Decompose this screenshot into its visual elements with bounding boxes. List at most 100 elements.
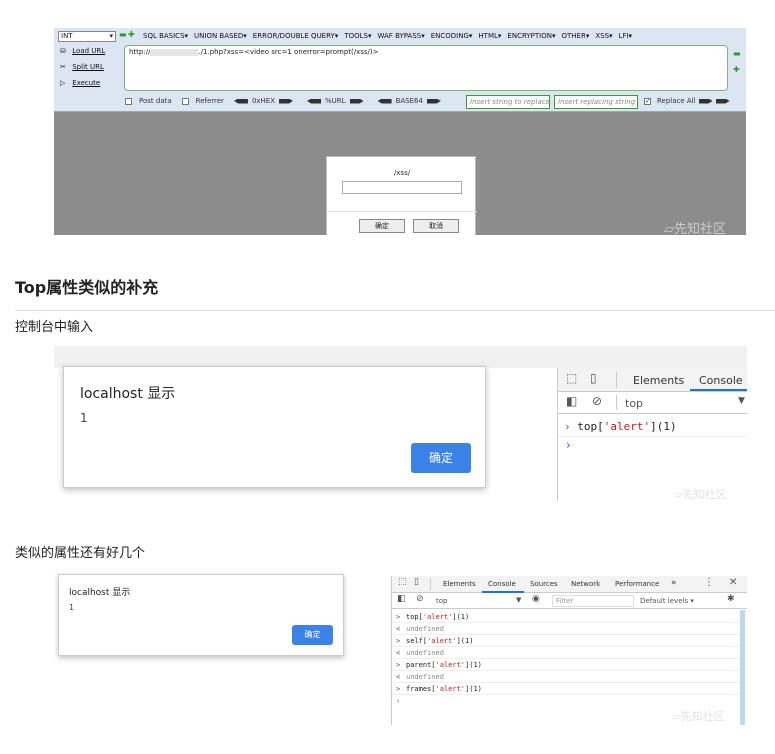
heading-divider xyxy=(15,310,775,311)
plus-icon[interactable]: ✚ xyxy=(128,30,135,39)
menu-error-query[interactable]: ERROR/DOUBLE QUERY▾ xyxy=(253,32,339,40)
tab-console[interactable]: Console xyxy=(699,374,743,387)
close-icon[interactable]: ✕ xyxy=(729,577,737,588)
watermark-text: 先知社区 xyxy=(680,710,725,723)
alert-ok-button[interactable]: 确定 xyxy=(411,443,471,473)
watermark-text: 先知社区 xyxy=(682,488,727,501)
alert-title: localhost 显示 xyxy=(80,386,176,402)
menu-encoding[interactable]: ENCODING▾ xyxy=(431,32,473,40)
context-select[interactable]: top xyxy=(625,397,643,410)
prompt-chevron-icon: > xyxy=(396,637,401,645)
inspect-icon[interactable]: ⬚ xyxy=(566,371,577,385)
device-icon[interactable]: ▯ xyxy=(414,577,419,587)
post-data-checkbox[interactable] xyxy=(125,97,132,105)
tab-performance[interactable]: Performance xyxy=(615,580,659,588)
separator xyxy=(616,372,617,388)
arrow-left-icon[interactable] xyxy=(307,98,322,104)
plus-icon[interactable]: ✚ xyxy=(733,65,740,74)
arrow-left-icon[interactable] xyxy=(377,98,392,104)
gear-icon[interactable]: ✱ xyxy=(727,594,735,604)
tab-elements[interactable]: Elements xyxy=(443,580,476,588)
more-options-icon[interactable]: ⋮ xyxy=(704,577,714,588)
load-icon: ⛁ xyxy=(60,47,66,55)
alert-message: 1 xyxy=(69,603,75,612)
hackbar-toolbar: INT ▾ ▬ ✚ SQL BASICS▾ UNION BASED▾ ERROR/D… xyxy=(54,28,746,112)
separator xyxy=(430,579,431,590)
arrow-left-icon[interactable] xyxy=(233,98,248,104)
mode-select[interactable]: INT ▾ xyxy=(58,31,116,42)
menu-lfi[interactable]: LFI▾ xyxy=(619,32,633,40)
menu-other[interactable]: OTHER▾ xyxy=(561,32,589,40)
hackbar-menu: SQL BASICS▾ UNION BASED▾ ERROR/DOUBLE QUER… xyxy=(143,32,638,40)
filter-input[interactable]: Filter xyxy=(552,595,634,607)
alert-ok-button[interactable]: 确定 xyxy=(292,625,333,645)
code-part: top[ xyxy=(406,613,423,621)
menu-sql-basics[interactable]: SQL BASICS▾ xyxy=(143,32,188,40)
devtools-tabbar: ⬚ ▯ Elements Console xyxy=(558,368,747,392)
tab-network[interactable]: Network xyxy=(571,580,600,588)
console-screenshot-2: localhost 显示 1 确定 ⬚ ▯ Elements Console S… xyxy=(54,570,747,725)
devtools-panel: ⬚ ▯ Elements Console Sources Network Per… xyxy=(391,576,747,725)
more-tabs-button[interactable]: » xyxy=(671,578,677,588)
inspect-icon[interactable]: ⬚ xyxy=(398,577,407,587)
chevron-down-icon[interactable]: ▼ xyxy=(516,596,521,604)
console-input-line: > parent['alert'](1) xyxy=(392,659,740,671)
prompt-input[interactable] xyxy=(342,181,462,194)
arrow-right-icon[interactable] xyxy=(426,98,441,104)
referrer-label: Referrer xyxy=(195,97,224,105)
minus-icon[interactable]: ▬ xyxy=(119,30,127,39)
prompt-chevron-icon: > xyxy=(396,685,401,693)
browser-bar xyxy=(54,346,747,368)
clear-console-icon[interactable]: ⊘ xyxy=(416,594,424,604)
code-part: ](1) xyxy=(465,661,482,669)
console-input-line: > frames['alert'](1) xyxy=(392,683,740,695)
scrollbar[interactable] xyxy=(740,610,745,725)
alert-message: 1 xyxy=(80,411,88,425)
insert-string-input[interactable]: Insert string to replace xyxy=(466,95,550,109)
console-toolbar: ◧ ⊘ top ▼ xyxy=(558,392,747,414)
execute-label: Execute xyxy=(72,79,101,87)
sidebar-toggle-icon[interactable]: ◧ xyxy=(397,594,406,604)
minus-icon[interactable]: ▬ xyxy=(733,49,741,58)
execute-button[interactable]: ▷ Execute xyxy=(60,79,100,87)
menu-html[interactable]: HTML▾ xyxy=(478,32,501,40)
context-select[interactable]: top xyxy=(436,597,447,605)
eye-icon[interactable]: ◉ xyxy=(532,594,540,604)
menu-encryption[interactable]: ENCRYPTION▾ xyxy=(507,32,555,40)
levels-dropdown[interactable]: Default levels ▾ xyxy=(640,597,694,605)
menu-xss[interactable]: XSS▾ xyxy=(595,32,612,40)
chevron-down-icon: ▾ xyxy=(109,32,113,40)
prompt-chevron-icon: < xyxy=(396,649,401,657)
replace-all-checkbox[interactable]: ✓ xyxy=(644,97,651,105)
tab-console[interactable]: Console xyxy=(488,580,516,588)
menu-waf-bypass[interactable]: WAF BYPASS▾ xyxy=(377,32,424,40)
console-prompt[interactable]: › xyxy=(392,695,740,707)
prompt-dialog: /xss/ 确定 取消 xyxy=(326,156,477,235)
menu-union-based[interactable]: UNION BASED▾ xyxy=(194,32,247,40)
devtools-tabbar: ⬚ ▯ Elements Console Sources Network Per… xyxy=(392,576,747,593)
split-url-button[interactable]: ✂ Split URL xyxy=(60,63,104,71)
ok-button[interactable]: 确定 xyxy=(359,219,405,233)
result-value: undefined xyxy=(406,673,444,681)
console-toolbar: ◧ ⊘ top ▼ ◉ Filter Default levels ▾ ✱ xyxy=(392,593,747,609)
console-prompt-icon[interactable]: › xyxy=(566,438,571,452)
clear-console-icon[interactable]: ⊘ xyxy=(592,394,602,408)
console-screenshot-1: localhost 显示 1 确定 ⬚ ▯ Elements Console ◧… xyxy=(54,346,747,501)
arrow-right-icon[interactable] xyxy=(349,98,364,104)
device-icon[interactable]: ▯ xyxy=(590,371,597,385)
tab-sources[interactable]: Sources xyxy=(530,580,558,588)
sidebar-toggle-icon[interactable]: ◧ xyxy=(566,394,577,408)
replace-all-label: Replace All xyxy=(657,97,696,105)
menu-tools[interactable]: TOOLS▾ xyxy=(344,32,371,40)
load-url-button[interactable]: ⛁ Load URL xyxy=(60,47,105,55)
replacing-string-input[interactable]: Insert replacing string xyxy=(554,95,638,109)
arrow-right-icon[interactable] xyxy=(279,98,294,104)
tab-elements[interactable]: Elements xyxy=(633,374,684,387)
referrer-checkbox[interactable] xyxy=(181,97,189,105)
chevron-down-icon[interactable]: ▼ xyxy=(738,396,745,406)
cancel-button[interactable]: 取消 xyxy=(413,219,459,233)
arrow-right-icon[interactable] xyxy=(698,98,713,104)
arrow-right-icon[interactable] xyxy=(715,98,730,104)
url-textarea[interactable]: http:// ./1.php?xss=<video src=1 onerror=… xyxy=(124,45,728,91)
devtools-panel: ⬚ ▯ Elements Console ◧ ⊘ top ▼ › top['al… xyxy=(557,368,747,501)
